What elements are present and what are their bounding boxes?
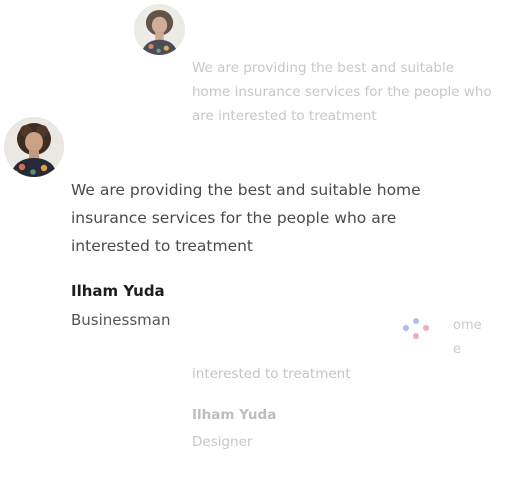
faded-testimonial-quote: interested to treatment [192,366,351,382]
faded-testimonial-quote: We are providing the best and suitable h… [192,60,492,124]
testimonial-avatar-top [134,4,185,55]
testimonial-author-role: Businessman [71,311,171,329]
person-avatar-icon [134,4,185,55]
person-avatar-icon [4,117,64,177]
loader-dot [403,325,409,331]
faded-quote-fragment: ome [453,318,482,333]
loader-dot [413,318,419,324]
loader-dot [413,333,419,339]
faded-testimonial-author-name: Ilham Yuda [192,407,277,423]
faded-quote-fragment: e [453,342,461,357]
loading-dots-icon [403,318,431,344]
loader-dot [423,325,429,331]
testimonial-quote: We are providing the best and suitable h… [71,181,421,255]
testimonial-author-name: Ilham Yuda [71,282,165,300]
testimonial-avatar-main [4,117,64,177]
faded-testimonial-author-role: Designer [192,434,253,450]
